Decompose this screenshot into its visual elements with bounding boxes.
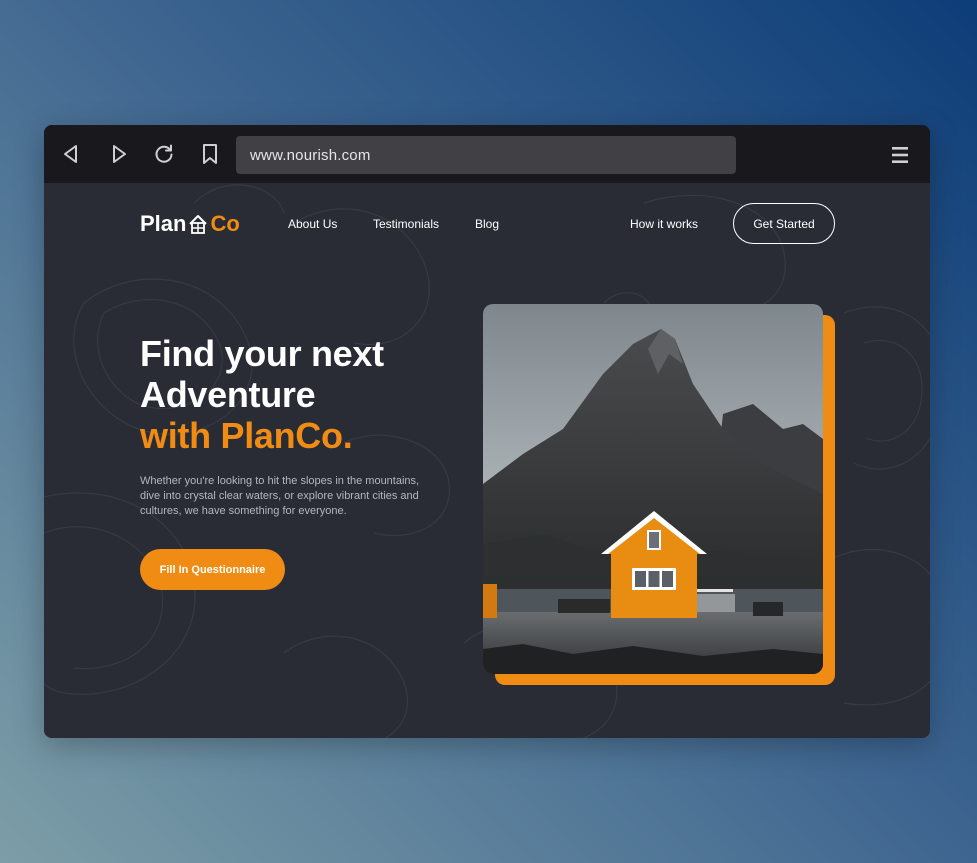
mountain-house-illustration: [483, 304, 823, 674]
browser-toolbar: www.nourish.com: [44, 125, 930, 183]
menu-icon[interactable]: [890, 145, 910, 165]
hero-description: Whether you're looking to hit the slopes…: [140, 475, 420, 517]
hero-heading-line2: Adventure: [140, 374, 316, 415]
logo-text-co: Co: [210, 211, 240, 236]
hero-heading-line3: with PlanCo.: [140, 415, 353, 456]
logo[interactable]: Plan Co: [140, 211, 240, 237]
url-text: www.nourish.com: [250, 146, 371, 164]
hero-heading-line1: Find your next: [140, 333, 384, 374]
hero-heading: Find your next Adventure with PlanCo.: [140, 333, 460, 456]
bookmark-icon[interactable]: [198, 142, 222, 166]
nav-how-it-works-link[interactable]: How it works: [630, 217, 698, 231]
nav-testimonials-link[interactable]: Testimonials: [373, 217, 439, 231]
forward-icon[interactable]: [107, 142, 131, 166]
reload-icon[interactable]: [152, 142, 176, 166]
nav-blog-link[interactable]: Blog: [475, 217, 499, 231]
hero-photo: [483, 304, 823, 674]
nav-about-link[interactable]: About Us: [288, 217, 337, 231]
browser-window: www.nourish.com Plan Co About Us Testimo…: [44, 125, 930, 738]
url-bar[interactable]: www.nourish.com: [236, 136, 736, 174]
webpage: Plan Co About Us Testimonials Blog How i…: [44, 183, 930, 738]
back-icon[interactable]: [59, 142, 83, 166]
house-icon: [189, 215, 208, 234]
fill-questionnaire-button[interactable]: Fill In Questionnaire: [140, 549, 285, 590]
logo-text-plan: Plan: [140, 211, 187, 236]
get-started-button[interactable]: Get Started: [733, 203, 835, 244]
